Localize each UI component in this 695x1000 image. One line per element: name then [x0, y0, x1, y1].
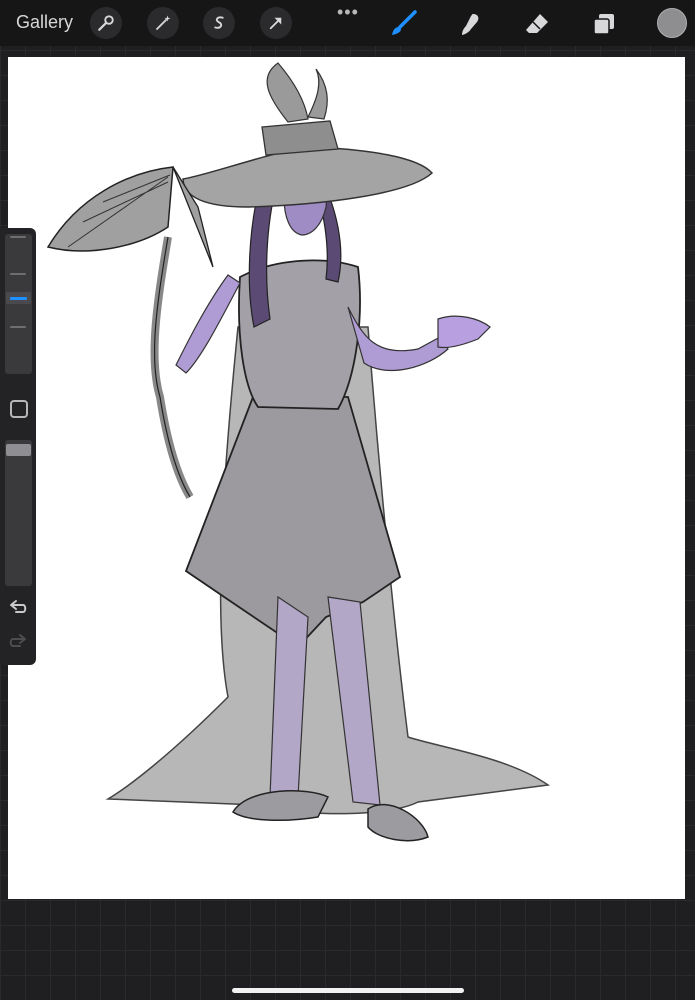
brush-size-handle[interactable]: [6, 292, 31, 304]
wrench-icon: [98, 15, 114, 31]
color-picker-button[interactable]: [657, 8, 687, 38]
opacity-slider[interactable]: [5, 440, 32, 586]
slider-tick: [10, 326, 26, 328]
brush-size-slider[interactable]: [5, 234, 32, 374]
top-toolbar: Gallery •••: [0, 0, 695, 46]
actions-button[interactable]: [90, 7, 122, 39]
brush-sidebar: [0, 228, 36, 665]
smudge-icon: [462, 14, 479, 35]
adjustments-button[interactable]: [147, 7, 179, 39]
smudge-tool-button[interactable]: [455, 9, 485, 39]
brush-tool-button[interactable]: [388, 9, 418, 39]
layers-icon: [593, 14, 614, 35]
brush-icon: [392, 10, 417, 35]
character-artwork: [46, 62, 551, 842]
slider-tick: [10, 273, 26, 275]
transform-button[interactable]: [260, 7, 292, 39]
layers-button[interactable]: [589, 9, 619, 39]
more-menu-button[interactable]: •••: [337, 2, 359, 23]
redo-icon[interactable]: [9, 633, 27, 649]
modify-square-icon[interactable]: [10, 400, 28, 418]
eraser-icon: [526, 14, 548, 33]
undo-icon[interactable]: [9, 599, 27, 615]
selection-button[interactable]: [203, 7, 235, 39]
opacity-handle[interactable]: [6, 444, 31, 456]
selection-icon: [214, 16, 224, 29]
drawing-canvas[interactable]: [8, 57, 685, 899]
home-indicator[interactable]: [232, 988, 464, 993]
gallery-button[interactable]: Gallery: [16, 12, 73, 33]
eraser-tool-button[interactable]: [522, 9, 552, 39]
slider-tick: [10, 236, 26, 238]
brush-size-indicator: [10, 297, 27, 300]
transform-arrow-icon: [269, 17, 282, 30]
magic-wand-icon: [156, 15, 171, 30]
